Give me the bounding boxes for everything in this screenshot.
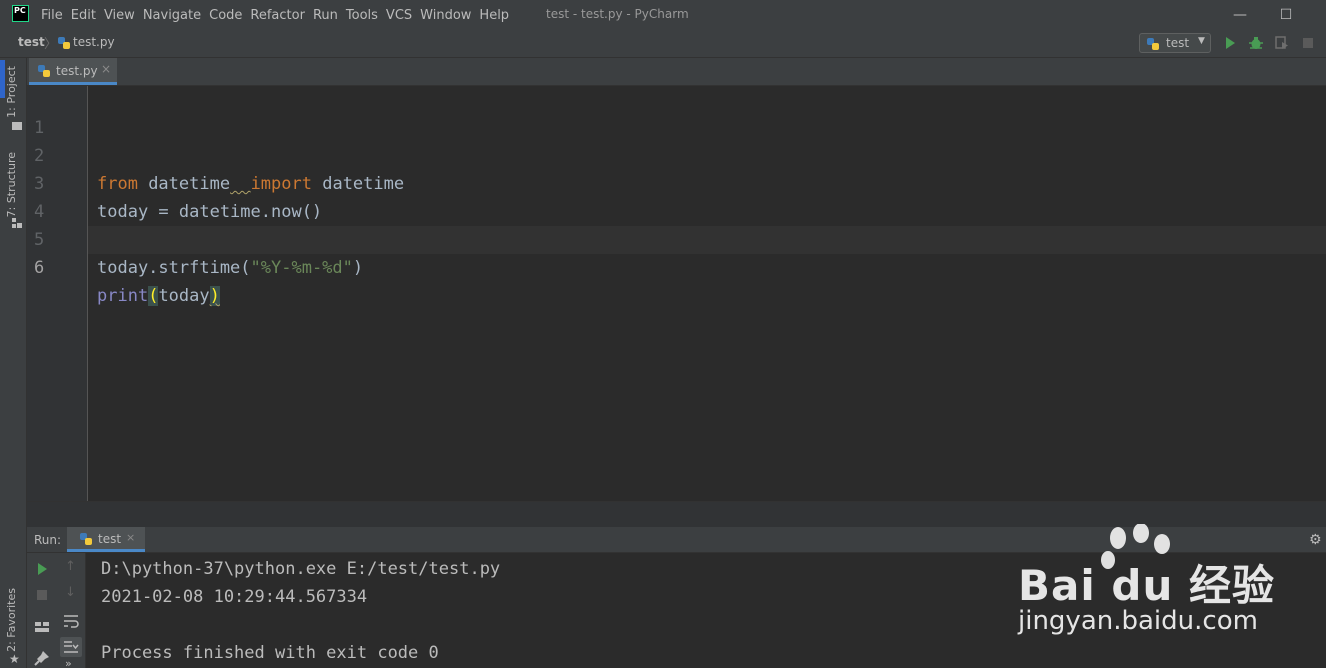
coverage-icon[interactable]	[1274, 35, 1290, 51]
breadcrumb-separator-icon: 〉	[44, 37, 58, 52]
keyword-token: import	[250, 174, 312, 194]
code-text: today = datetime.now()	[97, 202, 323, 222]
paren-token: (	[148, 286, 159, 306]
menu-refactor[interactable]: Refactor	[250, 8, 305, 23]
python-icon	[1147, 38, 1159, 50]
code-line-3: 3 today = datetime.now()	[27, 142, 322, 222]
scroll-to-end-icon	[64, 641, 79, 653]
arrow-down-icon[interactable]: ↓	[65, 585, 76, 600]
left-tool-strip: 1: Project 7: Structure 2: Favorites ★	[0, 58, 27, 668]
menu-file[interactable]: File	[41, 8, 63, 23]
run-toolbar-primary	[27, 553, 57, 668]
pin-icon[interactable]	[34, 650, 50, 666]
code-line-4: 4	[27, 170, 109, 222]
run-tab-label: test	[98, 532, 122, 546]
run-configuration-select[interactable]: test ▼	[1139, 33, 1211, 53]
python-icon	[80, 533, 92, 545]
string-token: "%Y-%m-%d"	[250, 258, 353, 278]
console-line: Process finished with exit code 0	[101, 643, 439, 663]
menu-help[interactable]: Help	[479, 8, 509, 23]
scroll-to-end-toggle[interactable]	[60, 637, 82, 657]
structure-icon	[12, 218, 22, 228]
layout-icon[interactable]	[34, 619, 50, 635]
current-line-highlight	[27, 226, 1326, 254]
favorites-tool-tab[interactable]: 2: Favorites	[5, 588, 21, 652]
arrow-up-icon[interactable]: ↑	[65, 559, 76, 574]
stop-icon[interactable]	[1300, 35, 1316, 51]
code-line-2: 2 from datetime import datetime	[27, 114, 404, 194]
console-line: 2021-02-08 10:29:44.567334	[101, 587, 368, 607]
run-panel-label: Run:	[34, 533, 62, 547]
console-line: D:\python-37\python.exe E:/test/test.py	[101, 559, 501, 579]
navigation-bar: test 〉 test.py test ▼	[0, 30, 1326, 58]
menu-bar: PC File Edit View Navigate Code Refactor…	[0, 0, 1326, 30]
paren-token: )	[209, 286, 220, 306]
call-token: today.strftime(	[97, 258, 251, 278]
stop-icon[interactable]	[34, 587, 50, 603]
close-icon[interactable]: ×	[101, 62, 111, 76]
code-text: print(today)	[97, 282, 220, 310]
menu-vcs[interactable]: VCS	[386, 8, 412, 23]
soft-wrap-icon[interactable]	[63, 613, 79, 629]
run-toolbar-secondary: ↑ ↓ »	[57, 553, 86, 668]
warning-squiggle	[230, 174, 250, 194]
folder-icon	[12, 122, 22, 130]
code-line-6: 6 print(today)	[27, 226, 220, 306]
tab-label: test.py	[56, 64, 98, 78]
chevron-down-icon: ▼	[1198, 36, 1205, 46]
python-file-icon	[38, 65, 50, 77]
code-text: today.strftime("%Y-%m-%d")	[97, 254, 363, 282]
debug-icon[interactable]	[1248, 35, 1264, 51]
run-configuration-label: test	[1166, 36, 1190, 50]
editor-tab-bar: test.py ×	[27, 58, 1326, 86]
rerun-icon[interactable]	[34, 561, 50, 577]
more-icon[interactable]: »	[65, 657, 72, 668]
main-menu: File Edit View Navigate Code Refactor Ru…	[41, 0, 517, 30]
python-file-icon	[58, 37, 70, 49]
baidu-watermark: Bai du 经验 jingyan.baidu.com	[1018, 524, 1318, 644]
name-token: datetime	[311, 174, 405, 194]
structure-tool-tab[interactable]: 7: Structure	[5, 152, 21, 217]
menu-window[interactable]: Window	[420, 8, 471, 23]
run-icon[interactable]	[1222, 35, 1238, 51]
watermark-url: jingyan.baidu.com	[1018, 606, 1258, 636]
menu-code[interactable]: Code	[209, 8, 242, 23]
menu-edit[interactable]: Edit	[71, 8, 96, 23]
line-number: 6	[34, 258, 45, 278]
code-text: from datetime import datetime	[97, 170, 404, 198]
pycharm-logo-icon: PC	[12, 5, 29, 22]
menu-navigate[interactable]: Navigate	[143, 8, 201, 23]
paren-token: )	[352, 258, 364, 278]
minimize-icon[interactable]: —	[1220, 4, 1260, 26]
breadcrumb-project[interactable]: test	[18, 35, 45, 49]
project-tool-tab[interactable]: 1: Project	[5, 66, 21, 118]
menu-run[interactable]: Run	[313, 8, 338, 23]
code-line-5: 5 today.strftime("%Y-%m-%d")	[27, 198, 363, 278]
code-line-1: 1	[27, 86, 109, 138]
window-title: test - test.py - PyCharm	[546, 7, 689, 21]
breadcrumb-file[interactable]: test.py	[73, 35, 115, 49]
close-icon[interactable]: ×	[126, 531, 135, 544]
builtin-token: print	[97, 286, 149, 306]
code-editor[interactable]: 1 2 from datetime import datetime 3 toda…	[27, 86, 1326, 501]
tab-test-py[interactable]: test.py ×	[29, 58, 117, 85]
menu-tools[interactable]: Tools	[346, 8, 378, 23]
maximize-icon[interactable]: ☐	[1266, 4, 1306, 26]
menu-view[interactable]: View	[104, 8, 135, 23]
pycharm-window: PC File Edit View Navigate Code Refactor…	[0, 0, 1326, 668]
watermark-brand: Bai du 经验	[1018, 561, 1275, 610]
run-tab-test[interactable]: test ×	[67, 527, 145, 552]
star-icon: ★	[9, 652, 20, 666]
module-token: datetime	[137, 174, 231, 194]
name-token: today	[158, 286, 210, 306]
